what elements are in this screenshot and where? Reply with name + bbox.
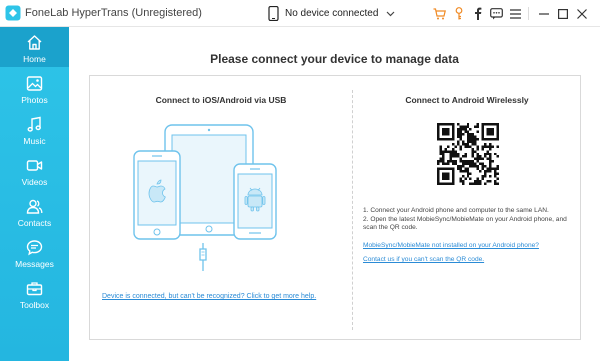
device-selector[interactable]: No device connected [268,5,395,22]
feedback-icon[interactable] [488,5,505,22]
usb-cable-icon [199,243,207,271]
sidebar-item-label: Photos [21,95,48,105]
sidebar-item-label: Home [23,54,46,64]
sidebar-item-home[interactable]: Home [0,27,69,67]
facebook-icon[interactable] [469,5,486,22]
cant-scan-qr-link[interactable]: Contact us if you can't scan the QR code… [363,256,484,263]
messages-icon [26,240,43,256]
sidebar-item-messages[interactable]: Messages [0,232,69,272]
toolbar-separator [528,7,529,20]
photos-icon [26,76,43,91]
sidebar-item-label: Music [23,136,46,146]
sidebar-item-label: Videos [21,177,48,187]
home-icon [27,35,42,50]
qr-code-icon [437,123,499,185]
usb-section-title: Connect to iOS/Android via USB [155,95,287,105]
app-not-installed-link[interactable]: MobieSync/MobieMate not installed on you… [363,242,539,249]
app-title: FoneLab HyperTrans (Unregistered) [25,7,202,19]
toolbox-icon [26,282,43,296]
wireless-section-title: Connect to Android Wirelessly [405,95,529,105]
wireless-step-1: 1. Connect your Android phone and comput… [363,207,549,214]
phone-icon [268,6,279,21]
sidebar-item-videos[interactable]: Videos [0,150,69,190]
panel-divider [352,90,353,330]
contacts-icon [26,199,43,214]
key-icon[interactable] [450,5,467,22]
sidebar-item-photos[interactable]: Photos [0,68,69,108]
sidebar-item-label: Messages [15,259,54,269]
chevron-down-icon [386,11,395,16]
music-icon [27,116,41,132]
wireless-step-2: 2. Open the latest MobieSync/MobieMate o… [363,215,567,232]
sidebar-item-contacts[interactable]: Contacts [0,191,69,231]
minimize-icon[interactable] [535,5,552,22]
wireless-steps: 1. Connect your Android phone and comput… [363,207,575,233]
menu-icon[interactable] [507,5,524,22]
title-bar: FoneLab HyperTrans (Unregistered) No dev… [0,0,600,27]
page-title: Please connect your device to manage dat… [210,52,459,66]
videos-icon [26,160,43,171]
devices-illustration [133,124,277,271]
cart-icon[interactable] [431,5,448,22]
maximize-icon[interactable] [554,5,571,22]
sidebar-item-label: Toolbox [19,300,50,310]
window-toolbar [429,5,590,22]
device-selector-value: No device connected [285,8,379,19]
sidebar-item-label: Contacts [17,218,52,228]
sidebar-item-toolbox[interactable]: Toolbox [0,273,69,313]
app-logo-icon [5,5,21,21]
close-icon[interactable] [573,5,590,22]
sidebar-item-music[interactable]: Music [0,109,69,149]
usb-help-link[interactable]: Device is connected, but can't be recogn… [102,293,316,300]
sidebar: Home Photos Music Videos Contacts Messag… [0,27,69,361]
